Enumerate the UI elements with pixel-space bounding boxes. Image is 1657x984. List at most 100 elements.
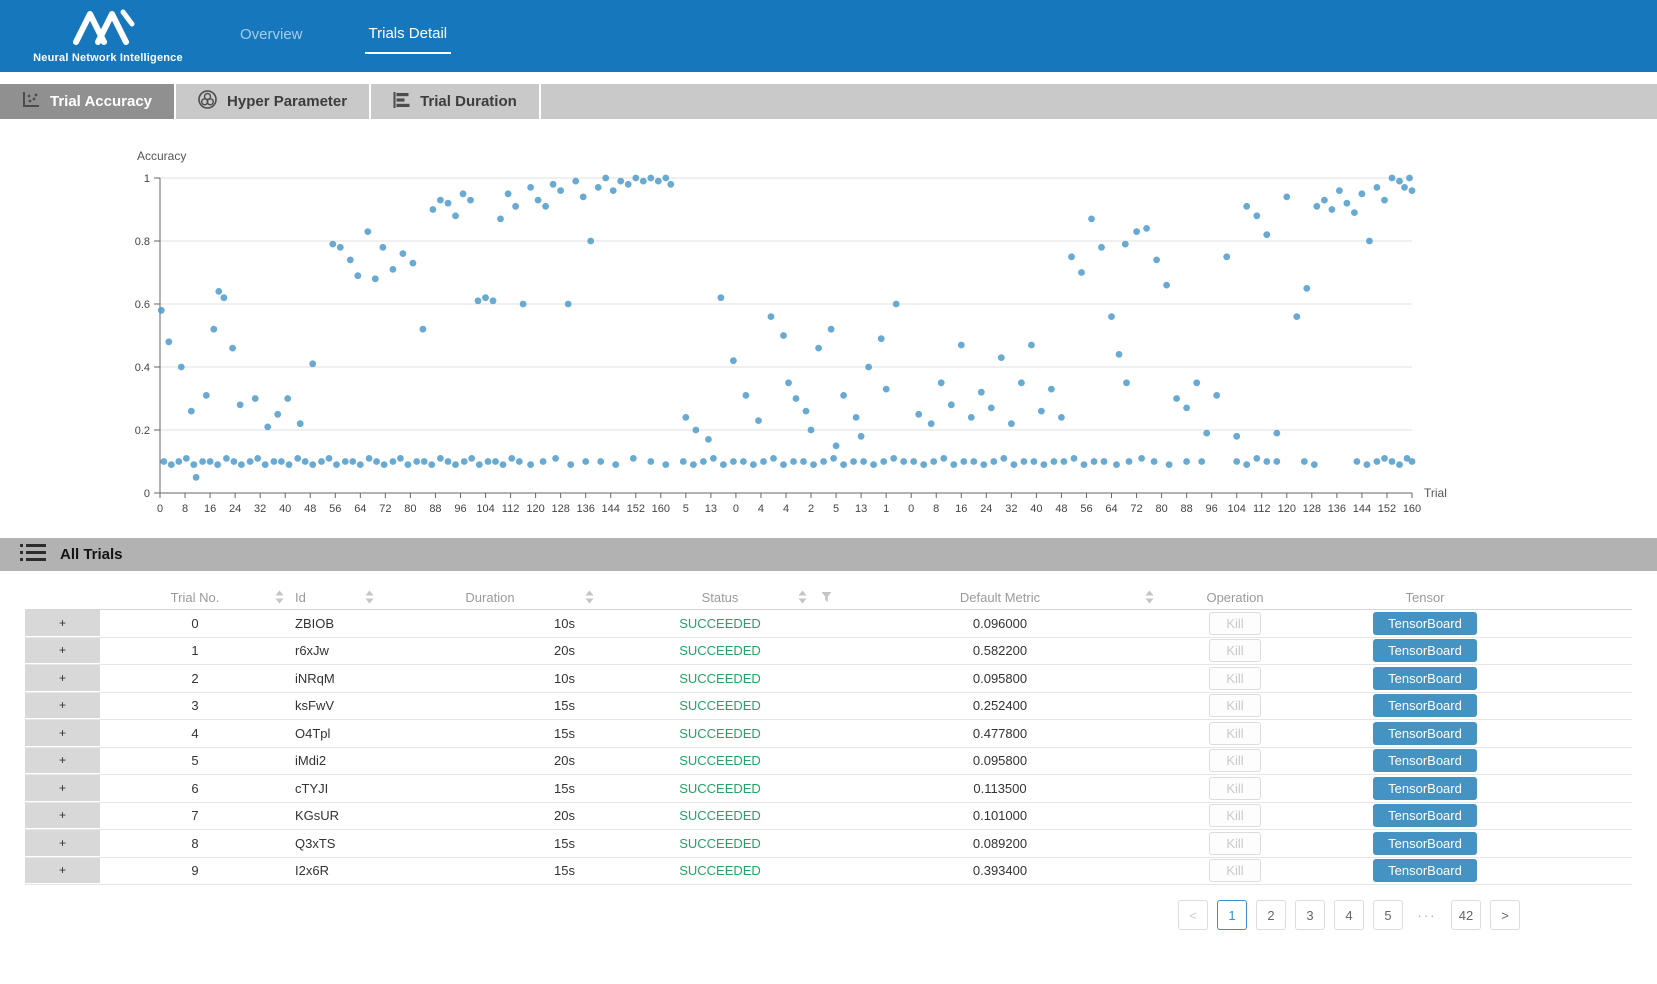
trial-status-cell: SUCCEEDED (600, 808, 840, 823)
all-trials-bar: All Trials (0, 538, 1657, 571)
page-button[interactable]: 3 (1295, 900, 1325, 930)
table-row: + 1 r6xJw 20s SUCCEEDED 0.582200 Kill Te… (25, 638, 1632, 666)
trial-metric-cell: 0.252400 (840, 698, 1160, 713)
tensorboard-button[interactable]: TensorBoard (1373, 612, 1477, 635)
svg-text:104: 104 (476, 503, 494, 515)
trial-status-cell: SUCCEEDED (600, 836, 840, 851)
svg-text:16: 16 (204, 503, 216, 515)
page-button[interactable]: 42 (1451, 900, 1481, 930)
sort-icon[interactable] (275, 591, 284, 604)
page-button[interactable]: 1 (1217, 900, 1247, 930)
svg-text:160: 160 (652, 503, 670, 515)
horizontal-bars-icon (393, 92, 410, 112)
svg-text:1: 1 (883, 503, 889, 515)
trial-id-cell: iMdi2 (290, 753, 380, 768)
tab-hyper-parameter[interactable]: Hyper Parameter (176, 84, 371, 119)
sort-icon[interactable] (1145, 591, 1154, 604)
kill-button[interactable]: Kill (1209, 612, 1260, 635)
trial-id-cell: ZBIOB (290, 616, 380, 631)
svg-text:88: 88 (429, 503, 441, 515)
tensorboard-button[interactable]: TensorBoard (1373, 694, 1477, 717)
row-expander[interactable]: + (25, 610, 100, 637)
kill-button[interactable]: Kill (1209, 832, 1260, 855)
svg-text:0: 0 (144, 488, 150, 500)
column-status: Status (600, 590, 840, 605)
tensorboard-button[interactable]: TensorBoard (1373, 777, 1477, 800)
row-expander[interactable]: + (25, 665, 100, 692)
row-expander[interactable]: + (25, 693, 100, 720)
trial-id-cell: cTYJI (290, 781, 380, 796)
row-expander[interactable]: + (25, 748, 100, 775)
column-id: Id (290, 590, 380, 605)
svg-text:13: 13 (855, 503, 867, 515)
trial-metric-cell: 0.096000 (840, 616, 1160, 631)
row-expander[interactable]: + (25, 775, 100, 802)
kill-button[interactable]: Kill (1209, 667, 1260, 690)
next-page-button[interactable]: > (1490, 900, 1520, 930)
svg-text:128: 128 (551, 503, 569, 515)
sort-icon[interactable] (365, 591, 374, 604)
nav-tab-overview[interactable]: Overview (236, 20, 307, 53)
svg-text:120: 120 (1278, 503, 1296, 515)
trial-duration-cell: 20s (380, 643, 600, 658)
nni-logo-icon (71, 9, 145, 50)
kill-button[interactable]: Kill (1209, 749, 1260, 772)
trial-metric-cell: 0.095800 (840, 671, 1160, 686)
page-button[interactable]: 5 (1373, 900, 1403, 930)
main-nav: Overview Trials Detail (236, 0, 451, 72)
svg-text:5: 5 (683, 503, 689, 515)
trial-duration-cell: 20s (380, 808, 600, 823)
kill-button[interactable]: Kill (1209, 722, 1260, 745)
svg-text:104: 104 (1228, 503, 1246, 515)
svg-text:56: 56 (1080, 503, 1092, 515)
kill-button[interactable]: Kill (1209, 777, 1260, 800)
row-expander[interactable]: + (25, 830, 100, 857)
svg-text:4: 4 (783, 503, 789, 515)
brand: Neural Network Intelligence (28, 9, 188, 64)
tensorboard-button[interactable]: TensorBoard (1373, 804, 1477, 827)
trial-id-cell: Q3xTS (290, 836, 380, 851)
tensorboard-button[interactable]: TensorBoard (1373, 859, 1477, 882)
row-expander[interactable]: + (25, 720, 100, 747)
trial-no-cell: 2 (100, 671, 290, 686)
sort-icon[interactable] (798, 591, 807, 604)
filter-icon[interactable] (821, 592, 832, 603)
kill-button[interactable]: Kill (1209, 859, 1260, 882)
trial-metric-cell: 0.113500 (840, 781, 1160, 796)
prev-page-button[interactable]: < (1178, 900, 1208, 930)
tensorboard-button[interactable]: TensorBoard (1373, 639, 1477, 662)
svg-text:4: 4 (758, 503, 764, 515)
nav-tab-trials-detail[interactable]: Trials Detail (365, 19, 452, 54)
tensorboard-button[interactable]: TensorBoard (1373, 722, 1477, 745)
kill-button[interactable]: Kill (1209, 804, 1260, 827)
tab-trial-accuracy[interactable]: Trial Accuracy (0, 84, 176, 119)
tensorboard-button[interactable]: TensorBoard (1373, 832, 1477, 855)
tensorboard-button[interactable]: TensorBoard (1373, 749, 1477, 772)
kill-button[interactable]: Kill (1209, 694, 1260, 717)
row-expander[interactable]: + (25, 858, 100, 885)
row-expander[interactable]: + (25, 803, 100, 830)
svg-text:112: 112 (1253, 503, 1271, 515)
trial-metric-cell: 0.477800 (840, 726, 1160, 741)
all-trials-title: All Trials (60, 546, 123, 563)
svg-text:0.2: 0.2 (135, 425, 150, 437)
trial-no-cell: 1 (100, 643, 290, 658)
table-row: + 9 I2x6R 15s SUCCEEDED 0.393400 Kill Te… (25, 858, 1632, 886)
tab-trial-duration[interactable]: Trial Duration (371, 84, 541, 119)
trial-status-cell: SUCCEEDED (600, 726, 840, 741)
svg-text:32: 32 (254, 503, 266, 515)
page-button[interactable]: 2 (1256, 900, 1286, 930)
sort-icon[interactable] (585, 591, 594, 604)
scatter-plot: 00.20.40.60.8108162432404856647280889610… (0, 119, 1657, 538)
row-expander[interactable]: + (25, 638, 100, 665)
page-button[interactable]: 4 (1334, 900, 1364, 930)
svg-text:160: 160 (1403, 503, 1421, 515)
svg-text:0: 0 (908, 503, 914, 515)
kill-button[interactable]: Kill (1209, 639, 1260, 662)
trial-duration-cell: 15s (380, 726, 600, 741)
top-navbar: Neural Network Intelligence Overview Tri… (0, 0, 1657, 72)
page-ellipsis[interactable]: ··· (1412, 900, 1442, 930)
table-row: + 2 iNRqM 10s SUCCEEDED 0.095800 Kill Te… (25, 665, 1632, 693)
tensorboard-button[interactable]: TensorBoard (1373, 667, 1477, 690)
trial-id-cell: ksFwV (290, 698, 380, 713)
